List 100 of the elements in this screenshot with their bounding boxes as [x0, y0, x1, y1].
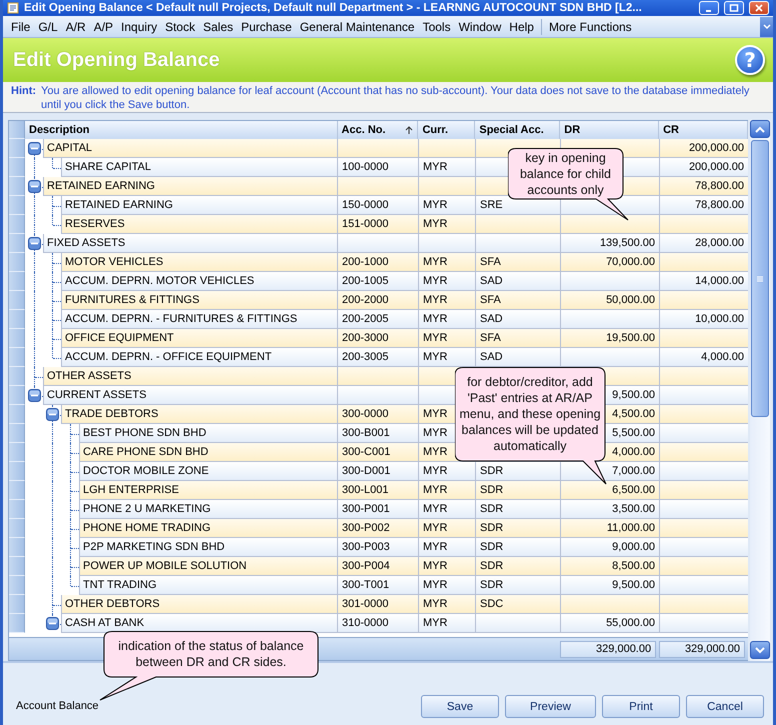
table-cell: 8,500.00 — [561, 557, 660, 576]
table-cell: SDR — [476, 500, 561, 519]
table-cell: MOTOR VEHICLES — [61, 253, 338, 272]
menu-item[interactable]: File — [7, 20, 34, 34]
column-header[interactable]: Acc. No. — [338, 121, 418, 139]
table-cell: MYR — [419, 481, 476, 500]
close-icon — [754, 4, 764, 12]
table-cell: PHONE HOME TRADING — [79, 519, 338, 538]
menu-item[interactable]: A/R — [62, 20, 90, 34]
table-cell: 55,000.00 — [561, 614, 660, 633]
collapse-icon[interactable] — [28, 180, 41, 193]
table-cell: SDR — [476, 462, 561, 481]
table-cell: 9,500.00 — [561, 576, 660, 595]
table-cell: SDR — [476, 538, 561, 557]
table-cell: 14,000.00 — [660, 272, 748, 291]
table-cell: 300-D001 — [338, 462, 419, 481]
chevron-down-icon — [762, 24, 770, 30]
collapse-icon[interactable] — [28, 389, 41, 402]
menu-item[interactable]: Help — [505, 20, 538, 34]
table-cell: 19,500.00 — [561, 329, 660, 348]
table-cell: MYR — [419, 595, 476, 614]
action-button[interactable]: Cancel — [686, 695, 764, 718]
table-cell: MYR — [419, 557, 476, 576]
table-cell: 200-2000 — [338, 291, 419, 310]
table-cell: PHONE 2 U MARKETING — [79, 500, 338, 519]
table-cell: 300-P002 — [338, 519, 419, 538]
maximize-button[interactable] — [724, 1, 744, 15]
table-cell: MYR — [419, 329, 476, 348]
close-button[interactable] — [749, 1, 769, 15]
menu-item[interactable]: General Maintenance — [296, 20, 419, 34]
scrollbar-thumb[interactable] — [751, 140, 769, 417]
table-cell: 200,000.00 — [660, 158, 748, 177]
table-cell: 78,800.00 — [660, 196, 748, 215]
document-icon — [7, 2, 19, 14]
table-cell: TNT TRADING — [79, 576, 338, 595]
table-cell: MYR — [419, 462, 476, 481]
table-cell — [419, 139, 476, 158]
column-header[interactable]: Curr. — [418, 121, 476, 139]
table-cell: 300-B001 — [338, 424, 419, 443]
table-cell: 300-P001 — [338, 500, 419, 519]
table-cell: SFA — [476, 291, 561, 310]
table-cell: MYR — [419, 215, 476, 234]
table-cell: FIXED ASSETS — [43, 234, 338, 253]
column-header[interactable]: Special Acc. — [475, 121, 560, 139]
table-cell: ACCUM. DEPRN. MOTOR VEHICLES — [61, 272, 338, 291]
table-cell: OFFICE EQUIPMENT — [61, 329, 338, 348]
table-cell: 11,000.00 — [561, 519, 660, 538]
table-cell: 4,000.00 — [660, 348, 748, 367]
table-cell: 150-0000 — [338, 196, 419, 215]
menu-item[interactable]: More Functions — [544, 20, 636, 34]
table-cell: ACCUM. DEPRN. - FURNITURES & FITTINGS — [61, 310, 338, 329]
table-cell: MYR — [419, 576, 476, 595]
menu-item[interactable]: Purchase — [237, 20, 296, 34]
scroll-down-button[interactable] — [750, 641, 770, 659]
column-header[interactable]: Description — [25, 121, 338, 139]
table-cell: 100-0000 — [338, 158, 419, 177]
table-cell: ACCUM. DEPRN. - OFFICE EQUIPMENT — [61, 348, 338, 367]
table-cell: LGH ENTERPRISE — [79, 481, 338, 500]
action-button[interactable]: Print — [602, 695, 680, 718]
menu-overflow-button[interactable] — [760, 16, 773, 36]
action-button[interactable]: Preview — [505, 695, 596, 718]
table-cell: DOCTOR MOBILE ZONE — [79, 462, 338, 481]
minimize-button[interactable] — [699, 1, 719, 15]
table-cell: SAD — [476, 310, 561, 329]
menu-item[interactable]: Window — [454, 20, 506, 34]
table-cell — [419, 234, 476, 253]
table-cell: SDR — [476, 576, 561, 595]
table-cell: 6,500.00 — [561, 481, 660, 500]
menu-item[interactable]: Tools — [418, 20, 455, 34]
table-cell: CASH AT BANK — [61, 614, 338, 633]
table-cell: 300-C001 — [338, 443, 419, 462]
menu-item[interactable]: Stock — [161, 20, 200, 34]
menu-item[interactable]: Sales — [199, 20, 238, 34]
column-header[interactable]: CR — [659, 121, 748, 139]
table-cell: OTHER DEBTORS — [61, 595, 338, 614]
collapse-icon[interactable] — [28, 142, 41, 155]
menu-item[interactable]: Inquiry — [117, 20, 162, 34]
scroll-up-button[interactable] — [750, 120, 770, 138]
page-title: Edit Opening Balance — [13, 48, 221, 72]
table-cell: CARE PHONE SDN BHD — [79, 443, 338, 462]
chevron-down-icon — [755, 646, 765, 654]
collapse-icon[interactable] — [46, 408, 59, 421]
table-cell: 50,000.00 — [561, 291, 660, 310]
table-cell: 300-L001 — [338, 481, 419, 500]
hint-text: You are allowed to edit opening balance for leaf account (Account that has no sub-account). Your data does not save to the database immediately until you click the Save button. — [41, 84, 750, 112]
action-button[interactable]: Save — [421, 695, 499, 718]
chevron-up-icon — [755, 126, 765, 132]
table-cell: 300-P004 — [338, 557, 419, 576]
table-cell: 70,000.00 — [561, 253, 660, 272]
table-cell: BEST PHONE SDN BHD — [79, 424, 338, 443]
collapse-icon[interactable] — [28, 237, 41, 250]
table-cell: SDR — [476, 519, 561, 538]
table-cell: MYR — [419, 538, 476, 557]
menu-item[interactable]: A/P — [90, 20, 118, 34]
menu-item[interactable]: G/L — [34, 20, 62, 34]
table-cell: CAPITAL — [43, 139, 338, 158]
collapse-icon[interactable] — [46, 617, 59, 630]
table-cell: 200-1005 — [338, 272, 419, 291]
column-header[interactable]: DR — [560, 121, 660, 139]
table-cell: SDC — [476, 595, 561, 614]
